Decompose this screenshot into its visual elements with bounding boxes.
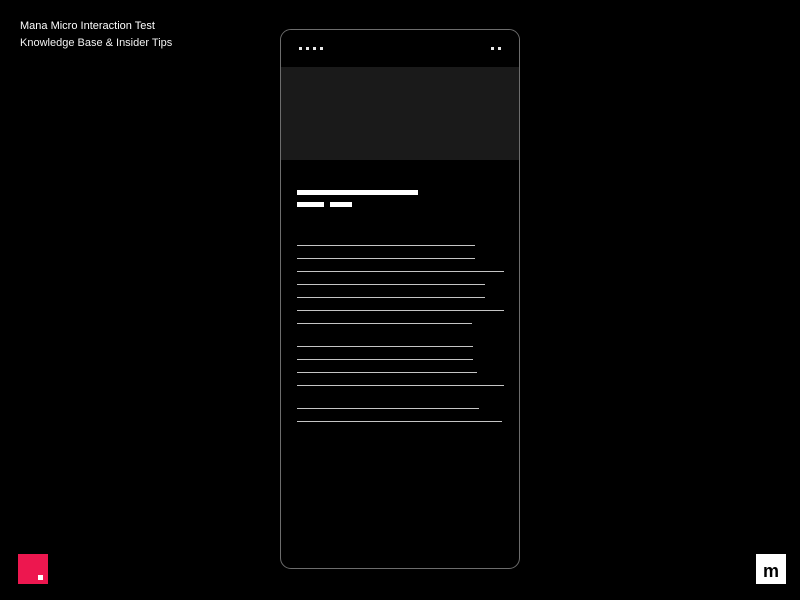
text-line-placeholder [297, 245, 475, 246]
status-dots-left-icon [299, 47, 323, 50]
text-line-placeholder [297, 323, 472, 324]
title-line-placeholder [330, 202, 352, 207]
text-line-placeholder [297, 372, 477, 373]
text-line-placeholder [297, 297, 485, 298]
brand-logo-right-icon: m [756, 554, 786, 584]
hero-image-placeholder [281, 67, 519, 160]
brand-logo-left-icon [18, 554, 48, 584]
body-paragraph [297, 346, 503, 386]
text-line-placeholder [297, 359, 473, 360]
article-title [297, 190, 503, 207]
text-line-placeholder [297, 258, 475, 259]
brand-logo-letter: m [763, 559, 779, 579]
text-line-placeholder [297, 284, 485, 285]
device-frame [280, 29, 520, 569]
text-line-placeholder [297, 310, 504, 311]
status-dots-right-icon [491, 47, 501, 50]
text-line-placeholder [297, 346, 473, 347]
text-line-placeholder [297, 385, 504, 386]
body-paragraph [297, 408, 503, 422]
header-title: Mana Micro Interaction Test [20, 18, 172, 35]
header-text: Mana Micro Interaction Test Knowledge Ba… [20, 18, 172, 52]
text-line-placeholder [297, 421, 502, 422]
article-content [281, 160, 519, 422]
device-status-bar [281, 30, 519, 67]
text-line-placeholder [297, 408, 479, 409]
title-line-placeholder [297, 190, 418, 195]
title-line-placeholder [297, 202, 324, 207]
header-subtitle: Knowledge Base & Insider Tips [20, 35, 172, 52]
body-paragraph [297, 245, 503, 324]
text-line-placeholder [297, 271, 504, 272]
